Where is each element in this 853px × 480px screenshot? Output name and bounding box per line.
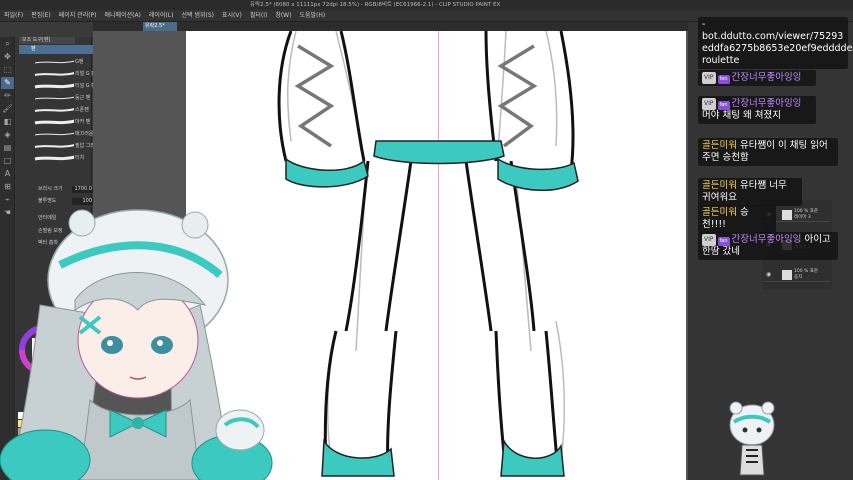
zoom-tool-icon[interactable]: ⌕ (1, 38, 14, 50)
eye-icon[interactable]: ◉ (766, 271, 771, 278)
brush-size-value[interactable]: 1700.0 (72, 186, 94, 193)
chat-text: -bot.ddutto.com/viewer/75293 eddfa6275b8… (702, 19, 853, 66)
vip-badge-icon: VIP (702, 72, 716, 84)
window-titlebar: 유락2.5* (6080 x 11111px 72dpi 18.5%) - RG… (0, 0, 853, 10)
menu-item[interactable]: 편집(E) (27, 10, 55, 21)
brush-label: G펜 (74, 58, 85, 65)
document-tab-bar: 유락2.5* (93, 22, 693, 31)
subtool-group-selected[interactable]: 펜 (19, 45, 99, 54)
menu-item[interactable]: 애니메이션(A) (101, 10, 145, 21)
layer-name-label: 용지 (794, 275, 803, 280)
brush-item[interactable]: G펜 (34, 57, 101, 67)
brush-label: 마카 펜 (74, 118, 92, 125)
layer-name-label: 레이어 3 (794, 215, 811, 220)
chat-message: 골든미워 유타쨈이 이 채팅 읽어주면 승천함 (698, 138, 838, 166)
brush-stroke-preview-icon (34, 108, 76, 112)
brush-stroke-preview-icon (34, 144, 76, 148)
chat-message: -bot.ddutto.com/viewer/75293 eddfa6275b8… (698, 17, 853, 69)
chat-message: VIP fan 간장너무좋아잉잉 아이고 한땀 갔네 (698, 232, 838, 260)
layer-row[interactable]: ◉ 100 % 표준 용지 (764, 268, 830, 282)
brush-stroke-preview-icon (34, 132, 76, 136)
eraser-tool-icon[interactable]: ◧ (1, 116, 14, 128)
chat-message: VIP fan 간장너무좋아잉잉 (698, 70, 816, 86)
chat-message: 골든미워 유타쨈 너무 귀여워요 (698, 178, 802, 206)
brush-stroke-preview-icon (34, 83, 76, 89)
menu-item[interactable]: 파일(F) (0, 10, 27, 21)
document-tab[interactable]: 유락2.5* (143, 22, 177, 31)
fill-tool-icon[interactable]: ◈ (1, 129, 14, 141)
menu-item[interactable]: 창(W) (271, 10, 295, 21)
gradient-tool-icon[interactable]: ▤ (1, 142, 14, 154)
chat-nickname: 골든미워 (702, 140, 737, 151)
opacity-value[interactable]: 100 (72, 198, 94, 205)
menu-item[interactable]: 도움말(H) (295, 10, 329, 21)
pencil-tool-icon[interactable]: ✏ (1, 90, 14, 102)
brush-item[interactable]: 리얼 G 펜 (34, 69, 101, 79)
brush-label: 터치 (74, 154, 86, 161)
chat-message: VIP fan 간장너무좋아잉잉 머야 채팅 왜 쳐졌지 (698, 96, 816, 124)
fan-tag-icon: fan (717, 75, 730, 84)
menu-item[interactable]: 선택 범위(S) (178, 10, 218, 21)
chat-nickname: 간장너무좋아잉잉 (731, 98, 802, 109)
vip-badge-icon: VIP (702, 234, 716, 246)
layer-thumbnail (782, 210, 792, 220)
vip-badge-icon: VIP (702, 98, 716, 110)
menu-item[interactable]: 필터(I) (246, 10, 272, 21)
text-tool-icon[interactable]: A (1, 168, 14, 180)
brush-item[interactable]: 매끄러운 캘리그라피 (34, 129, 119, 139)
brush-item[interactable]: 둥근 펜 (34, 93, 101, 103)
brush-item[interactable]: 마카 펜 (34, 117, 101, 127)
brush-stroke-preview-icon (34, 60, 76, 64)
ruler-tool-icon[interactable]: ⊞ (1, 181, 14, 193)
select-tool-icon[interactable]: ⬚ (1, 64, 14, 76)
window-title: 유락2.5* (6080 x 11111px 72dpi 18.5%) - RG… (250, 2, 501, 8)
brush-tool-icon[interactable]: 🖌 (1, 103, 14, 115)
brush-size-label: 브러시 크기 (38, 186, 63, 192)
opacity-label: 불투명도 (38, 198, 57, 204)
fan-tag-icon: fan (717, 101, 730, 110)
chat-nickname: 골든미워 (702, 180, 737, 191)
brush-item[interactable]: 터널 G 펜 (34, 81, 101, 91)
mascot-sticker (729, 401, 775, 476)
menu-item[interactable]: 레이어(L) (145, 10, 178, 21)
brush-label: 스푼펜 (74, 106, 90, 113)
subtool-tab[interactable]: 보조 도구[펜] (19, 37, 75, 44)
pen-tool-icon[interactable]: ✎ (1, 77, 14, 89)
chat-nickname: 골든미워 (702, 207, 737, 218)
fan-tag-icon: fan (717, 237, 730, 246)
menu-item[interactable]: 페이지 관리(P) (55, 10, 101, 21)
chat-message: 골든미워 승천!!!! (698, 205, 776, 233)
brush-label: 둥근 펜 (74, 94, 92, 101)
streamer-avatar (0, 209, 273, 480)
chat-nickname: 간장너무좋아잉잉 (731, 234, 802, 245)
move-tool-icon[interactable]: ✥ (1, 51, 14, 63)
brush-stroke-preview-icon (34, 119, 76, 125)
brush-stroke-preview-icon (34, 96, 76, 100)
menu-item[interactable]: 표시(V) (218, 10, 246, 21)
shape-tool-icon[interactable]: □ (1, 155, 14, 167)
brush-stroke-preview-icon (34, 155, 76, 161)
chat-nickname: 간장너무좋아잉잉 (731, 72, 802, 83)
brush-item[interactable]: 터치 (34, 153, 101, 163)
chat-text: 머야 채팅 왜 쳐졌지 (702, 110, 781, 121)
brush-stroke-preview-icon (34, 72, 76, 76)
brush-item[interactable]: 필압 그리기 (34, 141, 101, 151)
layer-thumbnail (782, 270, 792, 280)
brush-item[interactable]: 스푼펜 (34, 105, 101, 115)
